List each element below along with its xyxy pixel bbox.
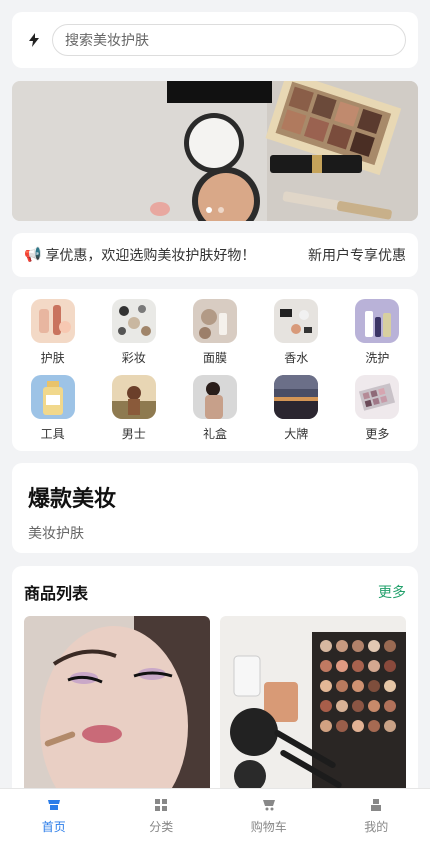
category-label: 礼盒 [202, 427, 227, 441]
category-brand[interactable]: 大牌 [256, 375, 337, 451]
product-list-header: 商品列表 更多 [24, 580, 406, 604]
tab-label: 我的 [364, 820, 389, 834]
more-icon [355, 375, 400, 419]
wash-icon [355, 299, 400, 343]
brand-icon [274, 375, 319, 419]
category-label: 工具 [40, 427, 65, 441]
promo-section[interactable]: 爆款美妆 美妆护肤 [12, 463, 418, 553]
category-skincare[interactable]: 护肤 [12, 299, 93, 375]
category-label: 彩妆 [121, 351, 146, 365]
notice-right-text: 新用户专享优惠 [308, 248, 406, 264]
mask-icon [192, 299, 237, 343]
category-label: 护肤 [40, 351, 65, 365]
promo-subtitle: 美妆护肤 [28, 526, 84, 542]
category-makeup[interactable]: 彩妆 [93, 299, 174, 375]
tab-profile[interactable]: 我的 [323, 789, 430, 844]
carousel-dot[interactable] [206, 207, 212, 213]
megaphone-icon: 📢 [24, 247, 42, 263]
search-placeholder: 搜索美妆护肤 [65, 33, 149, 49]
promo-title: 爆款美妆 [28, 487, 117, 512]
category-perfume[interactable]: 香水 [256, 299, 337, 375]
makeup-icon [111, 299, 156, 343]
product-list-more-link[interactable]: 更多 [378, 582, 406, 602]
product-list-title: 商品列表 [24, 584, 89, 603]
tab-label: 首页 [41, 820, 66, 834]
category-men[interactable]: 男士 [93, 375, 174, 451]
home-page: 搜索美妆护肤 📢 享优惠，欢迎选购美妆护肤好物！ 新用户专享优惠 护肤 彩妆 面… [0, 0, 430, 844]
cart-icon [262, 798, 276, 812]
tab-label: 购物车 [250, 820, 287, 834]
category-mask[interactable]: 面膜 [174, 299, 255, 375]
tab-cart[interactable]: 购物车 [215, 789, 323, 844]
search-input[interactable]: 搜索美妆护肤 [52, 24, 406, 56]
notice-text: 享优惠，欢迎选购美妆护肤好物！ [45, 248, 256, 264]
search-bar: 搜索美妆护肤 [12, 12, 418, 68]
category-tools[interactable]: 工具 [12, 375, 93, 451]
carousel-dot[interactable] [218, 207, 224, 213]
user-icon [369, 798, 383, 812]
category-label: 更多 [365, 427, 390, 441]
tools-icon [30, 375, 75, 419]
skincare-icon [30, 299, 75, 343]
banner-carousel[interactable] [12, 81, 418, 221]
carousel-dots [206, 207, 224, 213]
category-gift[interactable]: 礼盒 [174, 375, 255, 451]
category-grid: 护肤 彩妆 面膜 香水 洗护 工具 男士 礼盒 大牌 更多 [12, 289, 418, 451]
tab-label: 分类 [149, 820, 174, 834]
lightning-icon[interactable] [24, 30, 44, 50]
tab-category[interactable]: 分类 [108, 789, 216, 844]
category-label: 面膜 [202, 351, 227, 365]
category-more[interactable]: 更多 [337, 375, 418, 451]
perfume-icon [274, 299, 319, 343]
category-label: 香水 [284, 351, 309, 365]
category-wash[interactable]: 洗护 [337, 299, 418, 375]
banner-image [12, 81, 418, 221]
men-icon [111, 375, 156, 419]
category-label: 洗护 [365, 351, 390, 365]
tab-home[interactable]: 首页 [0, 789, 108, 844]
category-label: 男士 [121, 427, 146, 441]
notice-bar[interactable]: 📢 享优惠，欢迎选购美妆护肤好物！ 新用户专享优惠 [12, 233, 418, 277]
tab-bar: 首页 分类 购物车 我的 [0, 788, 430, 844]
gift-icon [192, 375, 237, 419]
category-icon [154, 798, 168, 812]
home-icon [47, 798, 61, 812]
category-label: 大牌 [284, 427, 309, 441]
